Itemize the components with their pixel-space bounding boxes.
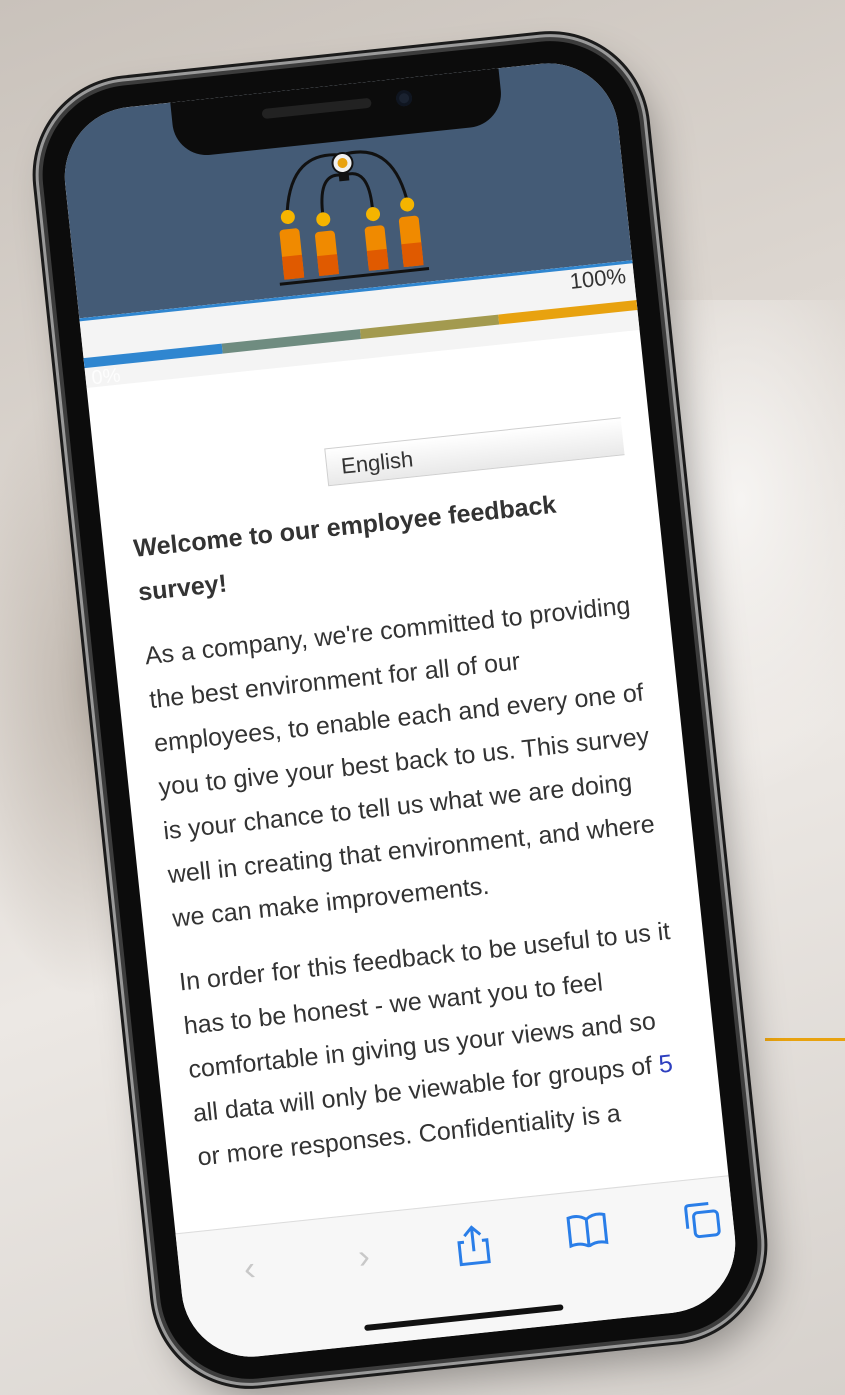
background-accent-line <box>765 1038 845 1041</box>
front-camera <box>395 89 413 108</box>
progress-top-label: 100% <box>568 263 628 294</box>
tabs-icon[interactable] <box>680 1199 724 1243</box>
lightbulb-people-logo <box>279 150 430 286</box>
home-indicator <box>364 1304 564 1332</box>
survey-content: English ▼ Welcome to our employee feedba… <box>119 358 701 1232</box>
group-size-number: 5 <box>657 1049 675 1079</box>
share-icon[interactable] <box>451 1223 495 1267</box>
phone-screen: 100% 0% English ▼ Welcome to our employe… <box>57 56 743 1364</box>
share-icon-graphic <box>457 1225 491 1267</box>
speaker-grille <box>261 97 372 120</box>
intro-paragraph: As a company, we're committed to providi… <box>143 591 656 933</box>
progress-segment-4 <box>498 300 638 325</box>
chevron-down-icon: ▼ <box>628 414 666 454</box>
book-icon[interactable] <box>566 1211 610 1255</box>
progress-bottom-label: 0% <box>90 364 122 390</box>
chevron-right-icon[interactable]: › <box>342 1235 386 1279</box>
confidentiality-paragraph: In order for this feedback to be useful … <box>177 909 695 1180</box>
progress-segment-1 <box>83 343 223 369</box>
book-icon-graphic <box>566 1212 609 1249</box>
chevron-left-icon[interactable]: ‹ <box>228 1247 272 1291</box>
tabs-icon-graphic <box>684 1201 721 1239</box>
phone-frame: 100% 0% English ▼ Welcome to our employe… <box>33 32 767 1388</box>
progress-segment-3 <box>359 314 500 340</box>
language-select-value: English <box>339 446 415 479</box>
progress-segment-2 <box>221 329 362 354</box>
confidentiality-text-start: In order for this feedback to be useful … <box>177 917 672 1128</box>
